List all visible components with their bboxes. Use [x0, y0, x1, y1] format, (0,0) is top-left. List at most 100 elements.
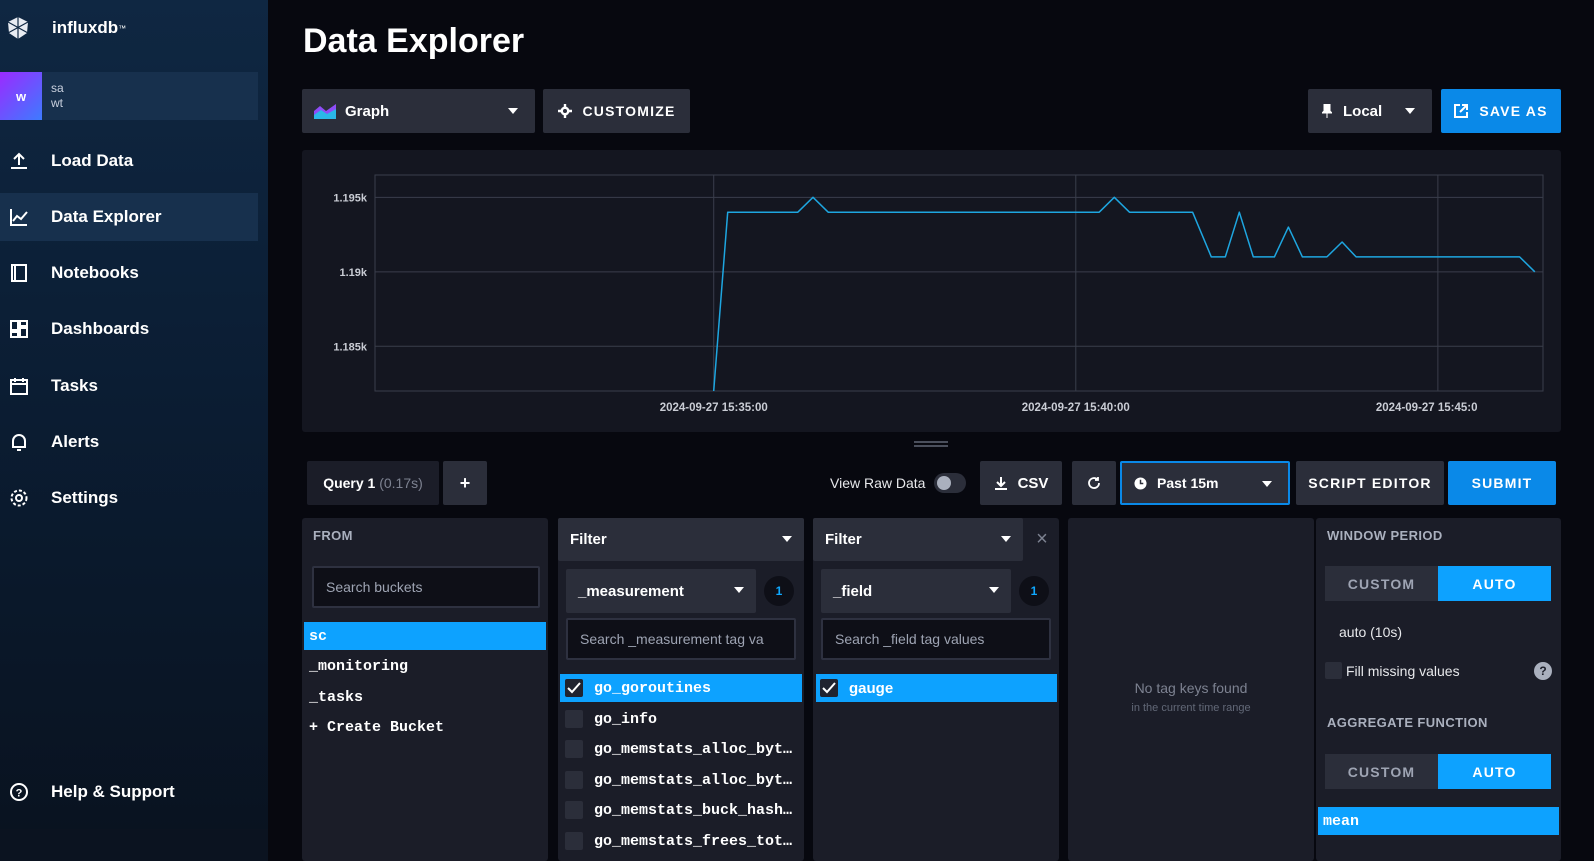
submit-label: SUBMIT: [1471, 475, 1533, 491]
add-query-button[interactable]: +: [443, 461, 487, 505]
y-axis: 1.195k 1.19k 1.185k: [333, 192, 368, 353]
time-range-dropdown[interactable]: Past 15m: [1120, 461, 1290, 505]
bucket-item[interactable]: _monitoring: [304, 652, 546, 680]
dashboard-icon: [0, 319, 51, 339]
tag-value-label: gauge: [849, 679, 894, 697]
graph-panel: 1.195k 1.19k 1.185k 2024-09-27 15:35:00 202…: [302, 150, 1561, 432]
checkbox-icon: [565, 801, 583, 819]
view-raw-toggle[interactable]: [934, 473, 966, 493]
save-as-label: SAVE AS: [1479, 103, 1548, 119]
series-line: [712, 196, 1536, 392]
upload-icon: [0, 151, 51, 171]
org-name: wt: [51, 96, 63, 110]
help-icon[interactable]: ?: [1534, 662, 1552, 680]
csv-button[interactable]: CSV: [980, 461, 1062, 505]
aggregate-custom-button[interactable]: CUSTOM: [1325, 754, 1438, 789]
create-bucket-button[interactable]: + Create Bucket: [304, 713, 546, 741]
sidebar-item-label: Load Data: [51, 151, 134, 170]
tag-value-item[interactable]: go_memstats_alloc_byt…: [560, 735, 802, 763]
sidebar-item-label: Tasks: [51, 376, 98, 395]
customize-button[interactable]: CUSTOMIZE: [543, 89, 690, 133]
chart-series: [712, 196, 1536, 392]
script-editor-button[interactable]: SCRIPT EDITOR: [1296, 461, 1444, 505]
window-auto-button[interactable]: AUTO: [1438, 566, 1551, 601]
aggregate-auto-button[interactable]: AUTO: [1438, 754, 1551, 789]
tag-key-dropdown[interactable]: _measurement: [566, 569, 756, 613]
calendar-icon: [0, 376, 51, 396]
clock-icon: [1134, 476, 1147, 490]
tag-value-search-input[interactable]: Search _measurement tag va: [566, 618, 796, 660]
influxdb-logo-icon: [7, 17, 29, 39]
brand-tm: ™: [118, 23, 127, 33]
save-as-button[interactable]: SAVE AS: [1441, 89, 1561, 133]
bucket-search-input[interactable]: Search buckets: [312, 566, 540, 608]
bucket-item[interactable]: _tasks: [304, 683, 546, 711]
checkbox-icon: [565, 832, 583, 850]
tag-value-label: go_memstats_alloc_byt…: [594, 740, 793, 758]
selected-count-badge: 1: [1019, 576, 1049, 606]
sidebar-footer: [0, 829, 268, 861]
tag-value-item[interactable]: go_memstats_alloc_byt…: [560, 766, 802, 794]
tag-value-label: go_memstats_buck_hash…: [594, 801, 793, 819]
graph-type-icon: [314, 104, 336, 119]
help-circle-icon: ?: [0, 782, 51, 802]
chevron-down-icon: [1405, 108, 1415, 114]
y-tick-label: 1.19k: [339, 267, 367, 279]
aggregate-function-item[interactable]: mean: [1318, 807, 1559, 835]
bell-icon: [0, 432, 51, 452]
tag-value-label: go_memstats_alloc_byt…: [594, 771, 793, 789]
sidebar-item-alerts[interactable]: Alerts: [0, 418, 258, 466]
y-tick-label: 1.185k: [333, 341, 368, 353]
x-tick-label: 2024-09-27 15:35:00: [660, 402, 768, 414]
tag-value-label: go_info: [594, 710, 658, 728]
refresh-button[interactable]: [1072, 461, 1116, 505]
user-name: sa: [51, 81, 64, 95]
tag-value-label: go_goroutines: [594, 679, 712, 697]
tag-value-item[interactable]: gauge: [816, 674, 1057, 702]
filter-function-dropdown[interactable]: Filter: [558, 518, 804, 561]
view-type-dropdown[interactable]: Graph: [302, 89, 535, 133]
main-content: Data Explorer Graph CUSTOMIZE Local SAVE…: [268, 0, 1594, 861]
time-range-label: Past 15m: [1157, 475, 1219, 491]
bucket-item-sc[interactable]: sc: [304, 622, 546, 650]
window-custom-button[interactable]: CUSTOM: [1325, 566, 1438, 601]
timezone-dropdown[interactable]: Local: [1308, 89, 1432, 133]
sidebar-item-data-explorer[interactable]: Data Explorer: [0, 193, 258, 241]
submit-button[interactable]: SUBMIT: [1448, 461, 1556, 505]
tag-value-item[interactable]: go_goroutines: [560, 674, 802, 702]
filter-function-dropdown[interactable]: Filter: [813, 518, 1023, 561]
line-chart: 1.195k1.19k1.185k 2024-09-27 15:35:00 202…: [333, 174, 1544, 414]
tag-key-dropdown[interactable]: _field: [821, 569, 1011, 613]
notebook-icon: [0, 263, 51, 283]
sidebar-item-dashboards[interactable]: Dashboards: [0, 305, 258, 353]
resize-handle[interactable]: [914, 441, 948, 447]
sidebar-item-label: Data Explorer: [51, 207, 162, 226]
export-icon: [1454, 104, 1469, 118]
aggregate-panel: WINDOW PERIOD CUSTOM AUTO auto (10s) Fil…: [1316, 518, 1561, 861]
fill-missing-checkbox[interactable]: [1325, 662, 1342, 679]
tab-query-1[interactable]: Query 1 (0.17s): [307, 461, 439, 505]
tag-value-label: go_memstats_frees_tot…: [594, 832, 793, 850]
chevron-down-icon: [508, 108, 518, 114]
empty-state-title: No tag keys found: [1134, 680, 1248, 696]
checkbox-icon: [565, 740, 583, 758]
org-names: sa wt: [51, 81, 64, 111]
sidebar-item-label: Notebooks: [51, 263, 139, 282]
sidebar-item-notebooks[interactable]: Notebooks: [0, 249, 258, 297]
query-timing: (0.17s): [379, 475, 423, 491]
from-header: FROM: [313, 528, 353, 543]
chevron-down-icon: [1262, 481, 1272, 487]
gear-icon: [0, 488, 51, 508]
org-switcher[interactable]: w sa wt: [0, 72, 258, 120]
filter-header: Filter: [825, 531, 862, 548]
sidebar-item-load-data[interactable]: Load Data: [0, 137, 258, 185]
sidebar-item-settings[interactable]: Settings: [0, 474, 258, 522]
app-logo[interactable]: influxdb ™: [6, 14, 126, 42]
sidebar-item-help[interactable]: ? Help & Support: [0, 768, 258, 816]
sidebar-item-tasks[interactable]: Tasks: [0, 362, 258, 410]
close-icon[interactable]: ×: [1032, 529, 1052, 550]
tag-value-item[interactable]: go_memstats_buck_hash…: [560, 796, 802, 824]
tag-value-item[interactable]: go_info: [560, 705, 802, 733]
tag-value-search-input[interactable]: Search _field tag values: [821, 618, 1051, 660]
tag-value-item[interactable]: go_memstats_frees_tot…: [560, 827, 802, 855]
